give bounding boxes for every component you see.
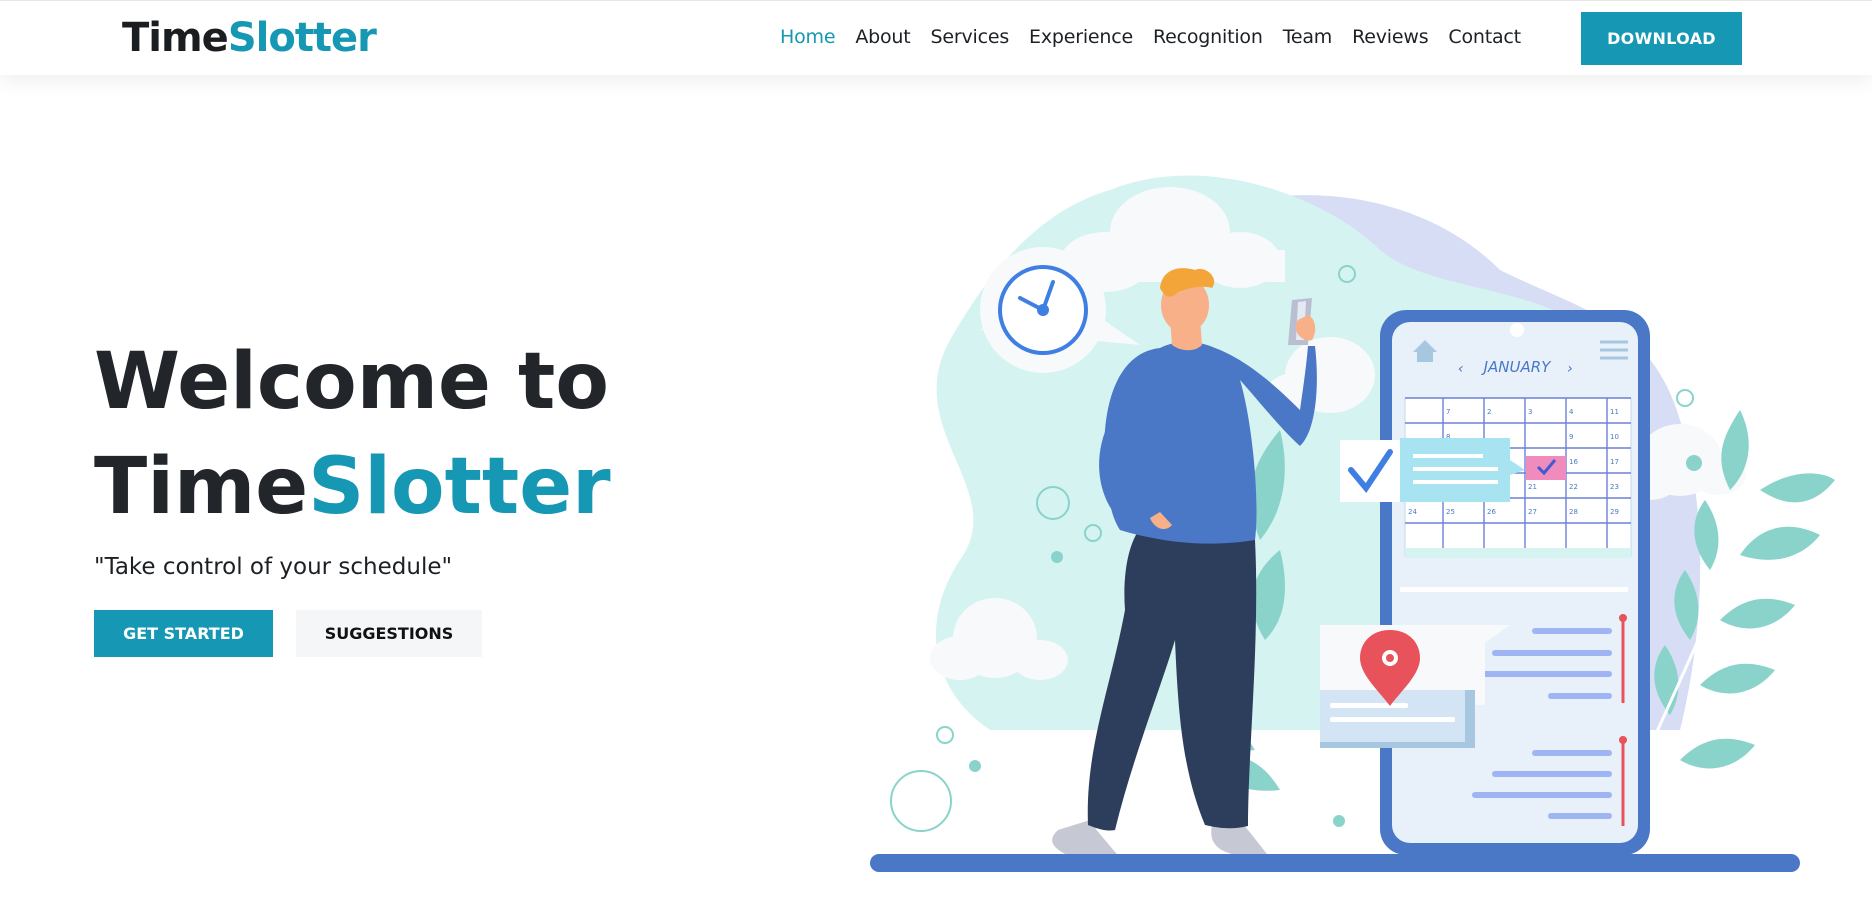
nav-item-recognition[interactable]: Recognition xyxy=(1153,26,1263,48)
brand-logo-part1: Time xyxy=(122,15,229,61)
chevron-left-icon: ‹ xyxy=(1458,361,1464,377)
cal-date-29: 29 xyxy=(1610,508,1619,516)
nav-item-contact[interactable]: Contact xyxy=(1448,26,1521,48)
nav-item-services[interactable]: Services xyxy=(931,26,1010,48)
cal-date-23: 23 xyxy=(1610,483,1619,491)
cal-date-28: 28 xyxy=(1569,508,1578,516)
deco-ring-4 xyxy=(1676,389,1694,407)
hero-title-line1: Welcome to xyxy=(94,337,609,427)
brand-logo[interactable]: TimeSlotter xyxy=(122,15,377,61)
nav-item-team[interactable]: Team xyxy=(1283,26,1333,48)
cal-date-25: 25 xyxy=(1446,508,1455,516)
deco-dot-2 xyxy=(1686,455,1702,471)
cal-date-10: 10 xyxy=(1610,433,1619,441)
check-card xyxy=(1340,438,1525,502)
cal-date-16: 16 xyxy=(1569,458,1578,466)
chevron-right-icon: › xyxy=(1567,361,1573,377)
main-nav: Home About Services Experience Recogniti… xyxy=(780,26,1541,48)
cal-date-27: 27 xyxy=(1528,508,1537,516)
cal-date-21: 21 xyxy=(1528,483,1537,491)
site-header: TimeSlotter Home About Services Experien… xyxy=(0,0,1872,75)
download-button[interactable]: DOWNLOAD xyxy=(1581,12,1742,65)
hero-title: Welcome to TimeSlotter xyxy=(94,330,611,540)
deco-dot-1 xyxy=(1051,551,1063,563)
cal-date-2: 2 xyxy=(1487,408,1491,416)
cal-date-22: 22 xyxy=(1569,483,1578,491)
suggestions-button[interactable]: SUGGESTIONS xyxy=(296,610,482,657)
cal-date-24: 24 xyxy=(1408,508,1417,516)
cal-date-17: 17 xyxy=(1610,458,1619,466)
cal-date-7: 7 xyxy=(1446,408,1450,416)
nav-item-about[interactable]: About xyxy=(855,26,910,48)
deco-ring-5 xyxy=(936,726,954,744)
deco-dot-3 xyxy=(969,760,981,772)
deco-dot-4 xyxy=(1333,815,1345,827)
hero-tagline: "Take control of your schedule" xyxy=(94,554,453,580)
cal-date-11: 11 xyxy=(1610,408,1619,416)
get-started-button[interactable]: GET STARTED xyxy=(94,610,273,657)
hero-title-line2-part2: Slotter xyxy=(308,442,611,532)
calendar-month: JANUARY xyxy=(1481,358,1553,376)
ground-line xyxy=(870,854,1800,872)
cal-date-4: 4 xyxy=(1569,408,1574,416)
hero-title-line2-part1: Time xyxy=(94,442,309,532)
phone-mockup: ‹ › JANUARY 7 2 3 4 8 9 10 11 16 17 21 2… xyxy=(1380,310,1650,855)
brand-logo-part2: Slotter xyxy=(227,15,377,61)
nav-item-home[interactable]: Home xyxy=(780,26,836,48)
hero-illustration: ‹ › JANUARY 7 2 3 4 8 9 10 11 16 17 21 2… xyxy=(870,175,1835,872)
cal-date-26: 26 xyxy=(1487,508,1496,516)
cal-date-9: 9 xyxy=(1569,433,1573,441)
nav-item-experience[interactable]: Experience xyxy=(1029,26,1133,48)
nav-item-reviews[interactable]: Reviews xyxy=(1352,26,1428,48)
deco-ring-6 xyxy=(890,770,952,832)
cal-date-3: 3 xyxy=(1528,408,1532,416)
